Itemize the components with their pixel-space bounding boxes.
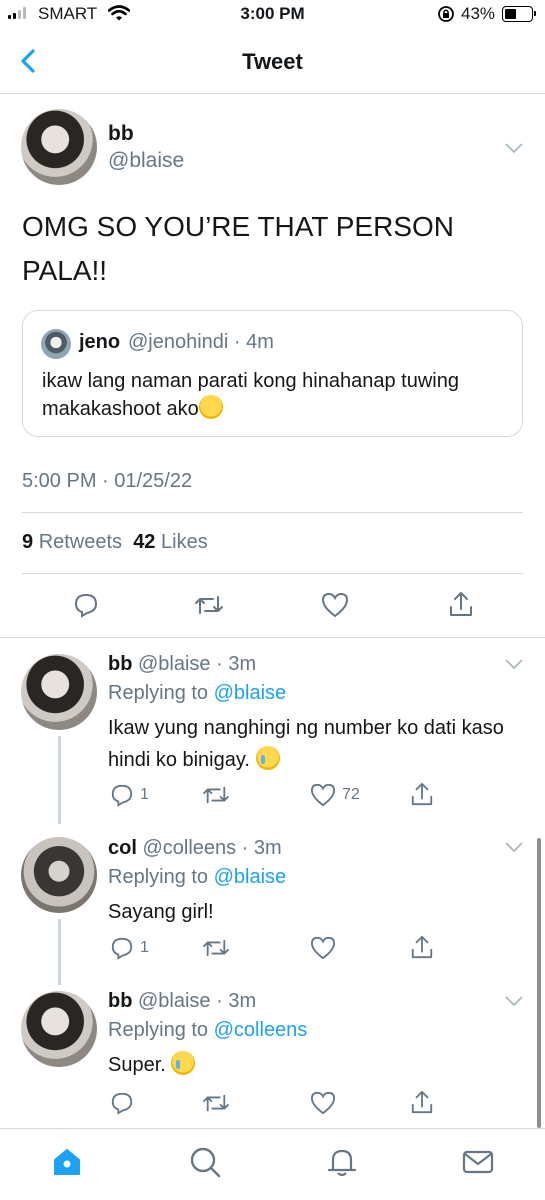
heart-icon [310, 1091, 336, 1115]
share-button[interactable] [410, 1089, 434, 1115]
status-bar: SMART 3:00 PM 43% [0, 0, 545, 32]
reply-author-name[interactable]: bb [108, 653, 132, 675]
page-title: Tweet [242, 49, 303, 74]
reply-author-meta[interactable]: @blaise · 3m [138, 653, 256, 675]
retweet-icon [203, 939, 229, 957]
mail-icon[interactable] [461, 1145, 495, 1179]
avatar[interactable] [21, 654, 97, 730]
heart-icon [310, 783, 336, 807]
like-button[interactable] [310, 1091, 336, 1115]
heart-icon [321, 592, 349, 618]
replying-to: Replying to @colleens [108, 1019, 308, 1041]
replying-to: Replying to @blaise [108, 682, 287, 704]
like-button[interactable] [321, 592, 349, 618]
retweet-button[interactable] [202, 783, 230, 807]
orientation-lock-icon [438, 6, 454, 22]
divider [0, 637, 545, 638]
share-button[interactable] [410, 934, 434, 960]
battery-percent: 43% [461, 4, 496, 23]
reply-author-name[interactable]: bb [108, 990, 132, 1012]
quoted-avatar [41, 329, 71, 359]
tweet-text: OMG SO YOU’RE THAT PERSON PALA!! [22, 211, 455, 286]
reply-icon [111, 784, 133, 807]
avatar[interactable] [21, 991, 97, 1067]
reply-text: Super. [108, 1049, 528, 1081]
likes-label[interactable]: Likes [161, 531, 208, 553]
tweet-timestamp: 5:00 PM · 01/25/22 [22, 470, 193, 492]
replying-to-link[interactable]: @blaise [214, 866, 287, 888]
reply-count: 1 [140, 786, 149, 803]
replying-to-link[interactable]: @colleens [214, 1019, 308, 1041]
retweet-button[interactable] [194, 592, 224, 618]
reply-button[interactable]: 1 [110, 936, 149, 960]
like-button[interactable] [310, 936, 336, 960]
divider [22, 512, 523, 513]
tab-bar [0, 1128, 545, 1200]
retweets-label[interactable]: Retweets [39, 531, 122, 553]
share-button[interactable] [410, 781, 434, 807]
like-button[interactable]: 72 [310, 783, 360, 807]
like-count: 72 [342, 786, 360, 803]
home-icon[interactable] [50, 1145, 84, 1179]
reply-header: bb @blaise · 3m [108, 990, 256, 1013]
retweet-icon [203, 1094, 229, 1112]
chevron-down-icon[interactable] [505, 996, 523, 1006]
reply-icon [111, 937, 133, 960]
divider [22, 573, 523, 574]
replying-to-link[interactable]: @blaise [214, 682, 287, 704]
reply-button[interactable] [110, 1091, 134, 1115]
reply-header: col @colleens · 3m [108, 837, 282, 860]
reply-button[interactable]: 1 [110, 783, 149, 807]
heart-icon [310, 936, 336, 960]
bell-icon[interactable] [325, 1145, 359, 1179]
header: Tweet [0, 32, 545, 94]
reply-count: 1 [140, 939, 149, 956]
search-icon[interactable] [188, 1145, 222, 1179]
share-icon [411, 935, 433, 959]
reply-header: bb @blaise · 3m [108, 653, 256, 676]
scrollbar[interactable] [537, 838, 541, 1128]
reply-author-meta[interactable]: @blaise · 3m [138, 990, 256, 1012]
quoted-author-name: jeno [79, 331, 121, 353]
share-icon [411, 1090, 433, 1114]
quoted-text: ikaw lang naman parati kong hinahanap tu… [42, 370, 459, 420]
avatar[interactable] [21, 109, 97, 185]
reply-text: Sayang girl! [108, 901, 214, 923]
reply-icon [74, 593, 98, 618]
reply-text: Ikaw yung nanghingi ng number ko dati ka… [108, 717, 504, 771]
reply-button[interactable] [73, 592, 99, 618]
author-handle[interactable]: @blaise [108, 149, 184, 173]
retweets-count[interactable]: 9 [22, 531, 33, 553]
thread-line [58, 919, 61, 985]
quoted-author-meta: @jenohindi · 4m [128, 331, 274, 353]
share-icon [450, 592, 472, 616]
quoted-tweet[interactable]: jeno @jenohindi · 4m ikaw lang naman par… [22, 310, 523, 437]
retweet-icon [195, 596, 223, 614]
battery-icon [502, 6, 536, 22]
share-button[interactable] [448, 590, 474, 618]
author-name[interactable]: bb [108, 122, 134, 146]
share-icon [411, 782, 433, 806]
replying-to: Replying to @blaise [108, 866, 287, 888]
avatar[interactable] [21, 837, 97, 913]
thread-line [58, 736, 61, 824]
reply-icon [111, 1092, 133, 1115]
tweet-stats: 9 Retweets 42 Likes [22, 531, 208, 554]
chevron-down-icon[interactable] [505, 659, 523, 669]
retweet-button[interactable] [202, 1091, 230, 1115]
crying-cat-emoji-icon [171, 1051, 196, 1075]
crying-cat-emoji-icon [255, 746, 280, 770]
chevron-down-icon[interactable] [505, 842, 523, 852]
chevron-down-icon[interactable] [505, 143, 523, 153]
retweet-button[interactable] [202, 936, 230, 960]
retweet-icon [203, 786, 229, 804]
smiling-hearts-emoji-icon [198, 395, 223, 419]
reply-author-meta[interactable]: @colleens · 3m [142, 837, 281, 859]
reply-author-name[interactable]: col [108, 837, 137, 859]
likes-count[interactable]: 42 [133, 531, 155, 553]
